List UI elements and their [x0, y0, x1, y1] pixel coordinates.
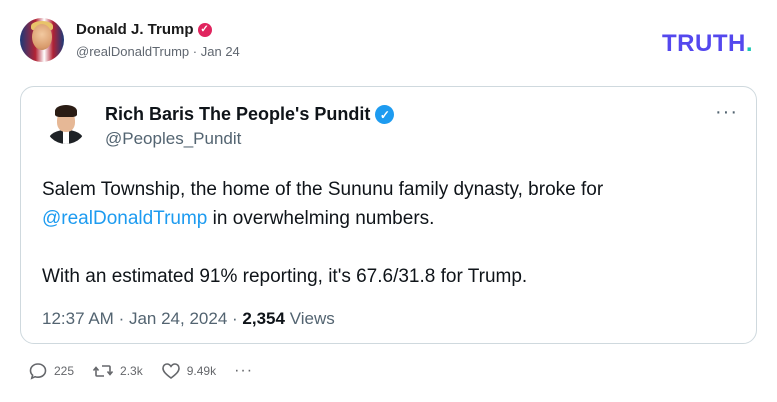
reply-icon — [29, 363, 47, 380]
author-info: Donald J. Trump ✓ @realDonaldTrump · Jan… — [76, 21, 240, 59]
author-row: Donald J. Trump ✓ — [76, 21, 240, 38]
views-label: Views — [289, 309, 335, 328]
tweet-date[interactable]: Jan 24, 2024 — [129, 309, 227, 328]
heart-icon — [161, 363, 180, 380]
tweet-header: Rich Baris The People's Pundit ✓ @People… — [105, 104, 395, 149]
views-count: 2,354 — [242, 309, 285, 328]
tweet-author-name[interactable]: Rich Baris The People's Pundit — [105, 104, 370, 125]
tweet-paragraph-2: With an estimated 91% reporting, it's 67… — [42, 266, 528, 287]
tweet-author-avatar[interactable] — [45, 102, 87, 144]
retruth-button[interactable]: 2.3k — [92, 361, 143, 381]
tweet-meta: 12:37 AM · Jan 24, 2024 · 2,354 Views — [42, 309, 335, 329]
meta-separator: · — [118, 309, 125, 328]
tweet-paragraph-1: Salem Township, the home of the Sununu f… — [42, 175, 736, 233]
verified-check-icon: ✓ — [375, 105, 395, 124]
retruth-icon — [92, 365, 114, 377]
verified-badge-icon: ✓ — [197, 22, 212, 37]
mention-link[interactable]: @realDonaldTrump — [42, 208, 207, 229]
more-actions-icon[interactable]: ··· — [234, 362, 253, 380]
like-count: 9.49k — [186, 364, 217, 378]
tweet-time[interactable]: 12:37 AM — [42, 309, 114, 328]
truth-logo-dot: . — [745, 30, 753, 57]
tweet-author-handle[interactable]: @Peoples_Pundit — [105, 129, 394, 149]
truth-logo-text: TRUTH — [662, 30, 746, 57]
post-date[interactable]: Jan 24 — [201, 44, 240, 59]
meta-separator: · — [192, 44, 198, 59]
tweet-name-row: Rich Baris The People's Pundit ✓ — [105, 104, 395, 125]
author-avatar[interactable] — [20, 18, 64, 62]
author-meta: @realDonaldTrump · Jan 24 — [76, 44, 240, 59]
meta-separator: · — [232, 309, 238, 328]
tweet-text-1: Salem Township, the home of the Sununu f… — [42, 179, 604, 200]
embedded-tweet-card[interactable]: Rich Baris The People's Pundit ✓ @People… — [20, 86, 757, 344]
retruth-count: 2.3k — [120, 364, 143, 378]
author-name[interactable]: Donald J. Trump — [76, 21, 194, 38]
avatar-face — [32, 24, 52, 50]
tweet-text-2: in overwhelming numbers. — [207, 208, 435, 229]
post-header: Donald J. Trump ✓ @realDonaldTrump · Jan… — [20, 18, 240, 62]
reply-count: 225 — [54, 364, 75, 378]
author-handle[interactable]: @realDonaldTrump — [76, 44, 189, 59]
like-button[interactable]: 9.49k — [161, 361, 216, 381]
action-bar: 225 2.3k 9.49k ··· — [28, 361, 271, 381]
truth-logo: TRUTH. — [662, 30, 753, 58]
tweet-body: Salem Township, the home of the Sununu f… — [42, 175, 736, 291]
avatar-hair — [55, 105, 77, 117]
more-options-icon[interactable]: ··· — [715, 101, 738, 124]
reply-button[interactable]: 225 — [28, 361, 74, 381]
avatar-collar — [63, 130, 69, 144]
